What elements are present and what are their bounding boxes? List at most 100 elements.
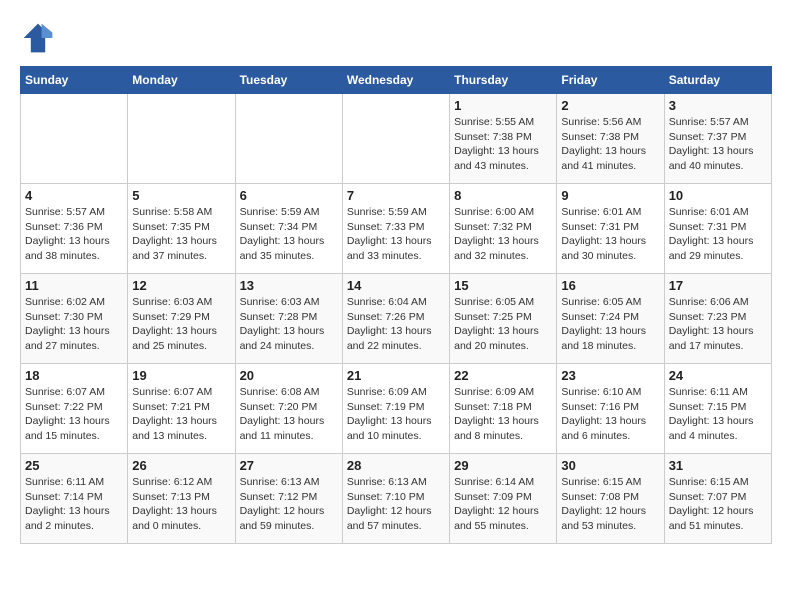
day-cell: 29 Sunrise: 6:14 AM Sunset: 7:09 PM Dayli… [450, 454, 557, 544]
logo [20, 20, 60, 56]
day-info: Sunrise: 6:00 AM Sunset: 7:32 PM Dayligh… [454, 205, 552, 264]
day-cell: 16 Sunrise: 6:05 AM Sunset: 7:24 PM Dayli… [557, 274, 664, 364]
day-number: 7 [347, 188, 445, 203]
day-number: 25 [25, 458, 123, 473]
day-info: Sunrise: 6:05 AM Sunset: 7:25 PM Dayligh… [454, 295, 552, 354]
day-cell: 8 Sunrise: 6:00 AM Sunset: 7:32 PM Daylig… [450, 184, 557, 274]
day-cell: 28 Sunrise: 6:13 AM Sunset: 7:10 PM Dayli… [342, 454, 449, 544]
day-cell: 6Sunrise: 5:59 AM Sunset: 7:34 PM Daylig… [235, 184, 342, 274]
day-number: 2 [561, 98, 659, 113]
day-info: Sunrise: 6:05 AM Sunset: 7:24 PM Dayligh… [561, 295, 659, 354]
day-cell: 3 Sunrise: 5:57 AM Sunset: 7:37 PM Daylig… [664, 94, 771, 184]
day-number: 4 [25, 188, 123, 203]
day-info: Sunrise: 6:03 AM Sunset: 7:28 PM Dayligh… [240, 295, 338, 354]
day-cell: 1Sunrise: 5:55 AM Sunset: 7:38 PM Daylig… [450, 94, 557, 184]
day-number: 5 [132, 188, 230, 203]
day-number: 24 [669, 368, 767, 383]
day-number: 19 [132, 368, 230, 383]
day-cell: 10 Sunrise: 6:01 AM Sunset: 7:31 PM Dayli… [664, 184, 771, 274]
day-info: Sunrise: 5:59 AM Sunset: 7:33 PM Dayligh… [347, 205, 445, 264]
day-info: Sunrise: 6:07 AM Sunset: 7:21 PM Dayligh… [132, 385, 230, 444]
day-info: Sunrise: 6:09 AM Sunset: 7:19 PM Dayligh… [347, 385, 445, 444]
day-info: Sunrise: 6:01 AM Sunset: 7:31 PM Dayligh… [561, 205, 659, 264]
day-number: 15 [454, 278, 552, 293]
day-number: 10 [669, 188, 767, 203]
day-info: Sunrise: 5:58 AM Sunset: 7:35 PM Dayligh… [132, 205, 230, 264]
calendar-table: SundayMondayTuesdayWednesdayThursdayFrid… [20, 66, 772, 544]
day-info: Sunrise: 6:11 AM Sunset: 7:15 PM Dayligh… [669, 385, 767, 444]
week-row-5: 25 Sunrise: 6:11 AM Sunset: 7:14 PM Dayli… [21, 454, 772, 544]
col-header-sunday: Sunday [21, 67, 128, 94]
day-cell: 27 Sunrise: 6:13 AM Sunset: 7:12 PM Dayli… [235, 454, 342, 544]
day-number: 31 [669, 458, 767, 473]
day-cell: 18 Sunrise: 6:07 AM Sunset: 7:22 PM Dayli… [21, 364, 128, 454]
day-info: Sunrise: 6:11 AM Sunset: 7:14 PM Dayligh… [25, 475, 123, 534]
day-cell [342, 94, 449, 184]
day-cell: 25 Sunrise: 6:11 AM Sunset: 7:14 PM Dayli… [21, 454, 128, 544]
day-number: 17 [669, 278, 767, 293]
page-header [20, 20, 772, 56]
day-cell: 12 Sunrise: 6:03 AM Sunset: 7:29 PM Dayli… [128, 274, 235, 364]
day-number: 21 [347, 368, 445, 383]
day-number: 18 [25, 368, 123, 383]
day-number: 27 [240, 458, 338, 473]
week-row-1: 1Sunrise: 5:55 AM Sunset: 7:38 PM Daylig… [21, 94, 772, 184]
week-row-4: 18 Sunrise: 6:07 AM Sunset: 7:22 PM Dayli… [21, 364, 772, 454]
day-cell: 23 Sunrise: 6:10 AM Sunset: 7:16 PM Dayli… [557, 364, 664, 454]
day-number: 30 [561, 458, 659, 473]
col-header-tuesday: Tuesday [235, 67, 342, 94]
day-number: 3 [669, 98, 767, 113]
day-cell: 19 Sunrise: 6:07 AM Sunset: 7:21 PM Dayli… [128, 364, 235, 454]
day-info: Sunrise: 6:06 AM Sunset: 7:23 PM Dayligh… [669, 295, 767, 354]
day-info: Sunrise: 6:03 AM Sunset: 7:29 PM Dayligh… [132, 295, 230, 354]
day-info: Sunrise: 6:01 AM Sunset: 7:31 PM Dayligh… [669, 205, 767, 264]
day-info: Sunrise: 5:59 AM Sunset: 7:34 PM Dayligh… [240, 205, 338, 264]
day-number: 26 [132, 458, 230, 473]
day-number: 14 [347, 278, 445, 293]
day-info: Sunrise: 6:10 AM Sunset: 7:16 PM Dayligh… [561, 385, 659, 444]
day-cell [235, 94, 342, 184]
day-info: Sunrise: 6:13 AM Sunset: 7:10 PM Dayligh… [347, 475, 445, 534]
day-info: Sunrise: 5:56 AM Sunset: 7:38 PM Dayligh… [561, 115, 659, 174]
day-info: Sunrise: 6:12 AM Sunset: 7:13 PM Dayligh… [132, 475, 230, 534]
day-cell [128, 94, 235, 184]
day-cell: 30Sunrise: 6:15 AM Sunset: 7:08 PM Dayli… [557, 454, 664, 544]
week-row-2: 4 Sunrise: 5:57 AM Sunset: 7:36 PM Daylig… [21, 184, 772, 274]
day-number: 12 [132, 278, 230, 293]
day-info: Sunrise: 6:07 AM Sunset: 7:22 PM Dayligh… [25, 385, 123, 444]
day-number: 22 [454, 368, 552, 383]
day-info: Sunrise: 6:09 AM Sunset: 7:18 PM Dayligh… [454, 385, 552, 444]
day-cell: 20 Sunrise: 6:08 AM Sunset: 7:20 PM Dayli… [235, 364, 342, 454]
day-cell: 13 Sunrise: 6:03 AM Sunset: 7:28 PM Dayli… [235, 274, 342, 364]
col-header-friday: Friday [557, 67, 664, 94]
col-header-saturday: Saturday [664, 67, 771, 94]
header-row: SundayMondayTuesdayWednesdayThursdayFrid… [21, 67, 772, 94]
day-cell: 24 Sunrise: 6:11 AM Sunset: 7:15 PM Dayli… [664, 364, 771, 454]
day-info: Sunrise: 6:13 AM Sunset: 7:12 PM Dayligh… [240, 475, 338, 534]
day-number: 28 [347, 458, 445, 473]
day-number: 1 [454, 98, 552, 113]
day-info: Sunrise: 6:04 AM Sunset: 7:26 PM Dayligh… [347, 295, 445, 354]
day-cell: 22 Sunrise: 6:09 AM Sunset: 7:18 PM Dayli… [450, 364, 557, 454]
day-info: Sunrise: 5:57 AM Sunset: 7:36 PM Dayligh… [25, 205, 123, 264]
day-number: 29 [454, 458, 552, 473]
day-cell: 21 Sunrise: 6:09 AM Sunset: 7:19 PM Dayli… [342, 364, 449, 454]
day-cell: 11Sunrise: 6:02 AM Sunset: 7:30 PM Dayli… [21, 274, 128, 364]
day-cell: 14 Sunrise: 6:04 AM Sunset: 7:26 PM Dayli… [342, 274, 449, 364]
day-number: 16 [561, 278, 659, 293]
week-row-3: 11Sunrise: 6:02 AM Sunset: 7:30 PM Dayli… [21, 274, 772, 364]
col-header-wednesday: Wednesday [342, 67, 449, 94]
day-info: Sunrise: 6:08 AM Sunset: 7:20 PM Dayligh… [240, 385, 338, 444]
day-cell [21, 94, 128, 184]
day-number: 13 [240, 278, 338, 293]
day-cell: 2 Sunrise: 5:56 AM Sunset: 7:38 PM Daylig… [557, 94, 664, 184]
day-number: 20 [240, 368, 338, 383]
day-info: Sunrise: 6:14 AM Sunset: 7:09 PM Dayligh… [454, 475, 552, 534]
col-header-thursday: Thursday [450, 67, 557, 94]
day-number: 8 [454, 188, 552, 203]
day-cell: 26 Sunrise: 6:12 AM Sunset: 7:13 PM Dayli… [128, 454, 235, 544]
col-header-monday: Monday [128, 67, 235, 94]
day-info: Sunrise: 5:57 AM Sunset: 7:37 PM Dayligh… [669, 115, 767, 174]
day-cell: 17 Sunrise: 6:06 AM Sunset: 7:23 PM Dayli… [664, 274, 771, 364]
day-number: 23 [561, 368, 659, 383]
